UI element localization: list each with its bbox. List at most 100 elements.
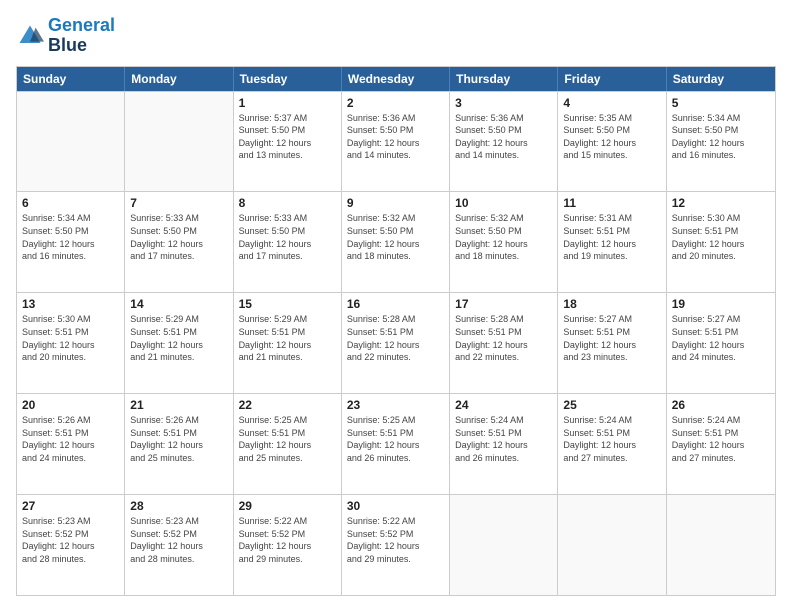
day-info: Sunrise: 5:34 AM Sunset: 5:50 PM Dayligh… <box>672 112 770 162</box>
calendar-row-1: 1 Sunrise: 5:37 AM Sunset: 5:50 PM Daylig… <box>17 91 775 192</box>
day-number: 8 <box>239 196 336 210</box>
header: General Blue <box>16 16 776 56</box>
day-cell-17: 17 Sunrise: 5:28 AM Sunset: 5:51 PM Dayli… <box>450 293 558 393</box>
day-number: 10 <box>455 196 552 210</box>
day-info: Sunrise: 5:35 AM Sunset: 5:50 PM Dayligh… <box>563 112 660 162</box>
day-number: 4 <box>563 96 660 110</box>
day-cell-19: 19Sunrise: 5:27 AM Sunset: 5:51 PM Dayli… <box>667 293 775 393</box>
calendar-row-5: 27 Sunrise: 5:23 AM Sunset: 5:52 PM Dayli… <box>17 494 775 595</box>
day-number: 5 <box>672 96 770 110</box>
day-info: Sunrise: 5:24 AM Sunset: 5:51 PM Dayligh… <box>563 414 660 464</box>
day-cell-8: 8 Sunrise: 5:33 AM Sunset: 5:50 PM Daylig… <box>234 192 342 292</box>
day-number: 28 <box>130 499 227 513</box>
day-info: Sunrise: 5:32 AM Sunset: 5:50 PM Dayligh… <box>347 212 444 262</box>
day-cell-10: 10Sunrise: 5:32 AM Sunset: 5:50 PM Dayli… <box>450 192 558 292</box>
logo-icon <box>16 22 44 50</box>
day-cell-18: 18 Sunrise: 5:27 AM Sunset: 5:51 PM Dayli… <box>558 293 666 393</box>
day-cell-1: 1 Sunrise: 5:37 AM Sunset: 5:50 PM Daylig… <box>234 92 342 192</box>
day-cell-11: 11 Sunrise: 5:31 AM Sunset: 5:51 PM Dayli… <box>558 192 666 292</box>
day-info: Sunrise: 5:22 AM Sunset: 5:52 PM Dayligh… <box>347 515 444 565</box>
day-cell-5: 5 Sunrise: 5:34 AM Sunset: 5:50 PM Daylig… <box>667 92 775 192</box>
header-day-sunday: Sunday <box>17 67 125 91</box>
day-info: Sunrise: 5:25 AM Sunset: 5:51 PM Dayligh… <box>347 414 444 464</box>
day-info: Sunrise: 5:25 AM Sunset: 5:51 PM Dayligh… <box>239 414 336 464</box>
calendar-row-3: 13 Sunrise: 5:30 AM Sunset: 5:51 PM Dayli… <box>17 292 775 393</box>
day-info: Sunrise: 5:23 AM Sunset: 5:52 PM Dayligh… <box>130 515 227 565</box>
header-day-friday: Friday <box>558 67 666 91</box>
day-number: 29 <box>239 499 336 513</box>
day-info: Sunrise: 5:22 AM Sunset: 5:52 PM Dayligh… <box>239 515 336 565</box>
day-info: Sunrise: 5:29 AM Sunset: 5:51 PM Dayligh… <box>130 313 227 363</box>
day-number: 12 <box>672 196 770 210</box>
day-number: 20 <box>22 398 119 412</box>
header-day-monday: Monday <box>125 67 233 91</box>
calendar-row-4: 20 Sunrise: 5:26 AM Sunset: 5:51 PM Dayli… <box>17 393 775 494</box>
day-cell-empty <box>558 495 666 595</box>
day-info: Sunrise: 5:28 AM Sunset: 5:51 PM Dayligh… <box>455 313 552 363</box>
day-cell-12: 12 Sunrise: 5:30 AM Sunset: 5:51 PM Dayli… <box>667 192 775 292</box>
day-number: 19 <box>672 297 770 311</box>
day-number: 6 <box>22 196 119 210</box>
day-number: 7 <box>130 196 227 210</box>
day-cell-28: 28 Sunrise: 5:23 AM Sunset: 5:52 PM Dayli… <box>125 495 233 595</box>
header-day-saturday: Saturday <box>667 67 775 91</box>
day-cell-25: 25Sunrise: 5:24 AM Sunset: 5:51 PM Dayli… <box>558 394 666 494</box>
day-info: Sunrise: 5:30 AM Sunset: 5:51 PM Dayligh… <box>22 313 119 363</box>
day-info: Sunrise: 5:30 AM Sunset: 5:51 PM Dayligh… <box>672 212 770 262</box>
day-info: Sunrise: 5:36 AM Sunset: 5:50 PM Dayligh… <box>347 112 444 162</box>
day-cell-23: 23 Sunrise: 5:25 AM Sunset: 5:51 PM Dayli… <box>342 394 450 494</box>
day-number: 30 <box>347 499 444 513</box>
header-day-wednesday: Wednesday <box>342 67 450 91</box>
day-cell-2: 2 Sunrise: 5:36 AM Sunset: 5:50 PM Daylig… <box>342 92 450 192</box>
day-cell-empty <box>125 92 233 192</box>
calendar-row-2: 6Sunrise: 5:34 AM Sunset: 5:50 PM Daylig… <box>17 191 775 292</box>
day-cell-27: 27 Sunrise: 5:23 AM Sunset: 5:52 PM Dayli… <box>17 495 125 595</box>
day-number: 1 <box>239 96 336 110</box>
calendar-header: SundayMondayTuesdayWednesdayThursdayFrid… <box>17 67 775 91</box>
day-cell-4: 4 Sunrise: 5:35 AM Sunset: 5:50 PM Daylig… <box>558 92 666 192</box>
day-number: 26 <box>672 398 770 412</box>
calendar: SundayMondayTuesdayWednesdayThursdayFrid… <box>16 66 776 596</box>
day-info: Sunrise: 5:24 AM Sunset: 5:51 PM Dayligh… <box>672 414 770 464</box>
logo: General Blue <box>16 16 115 56</box>
day-info: Sunrise: 5:36 AM Sunset: 5:50 PM Dayligh… <box>455 112 552 162</box>
day-cell-29: 29 Sunrise: 5:22 AM Sunset: 5:52 PM Dayli… <box>234 495 342 595</box>
day-cell-6: 6Sunrise: 5:34 AM Sunset: 5:50 PM Daylig… <box>17 192 125 292</box>
day-number: 13 <box>22 297 119 311</box>
day-cell-15: 15 Sunrise: 5:29 AM Sunset: 5:51 PM Dayli… <box>234 293 342 393</box>
day-info: Sunrise: 5:26 AM Sunset: 5:51 PM Dayligh… <box>22 414 119 464</box>
day-info: Sunrise: 5:33 AM Sunset: 5:50 PM Dayligh… <box>130 212 227 262</box>
day-cell-empty <box>17 92 125 192</box>
day-number: 15 <box>239 297 336 311</box>
day-info: Sunrise: 5:24 AM Sunset: 5:51 PM Dayligh… <box>455 414 552 464</box>
day-cell-16: 16 Sunrise: 5:28 AM Sunset: 5:51 PM Dayli… <box>342 293 450 393</box>
logo-text: General Blue <box>48 16 115 56</box>
day-cell-7: 7 Sunrise: 5:33 AM Sunset: 5:50 PM Daylig… <box>125 192 233 292</box>
day-number: 14 <box>130 297 227 311</box>
day-info: Sunrise: 5:29 AM Sunset: 5:51 PM Dayligh… <box>239 313 336 363</box>
day-cell-24: 24Sunrise: 5:24 AM Sunset: 5:51 PM Dayli… <box>450 394 558 494</box>
day-info: Sunrise: 5:26 AM Sunset: 5:51 PM Dayligh… <box>130 414 227 464</box>
day-cell-13: 13 Sunrise: 5:30 AM Sunset: 5:51 PM Dayli… <box>17 293 125 393</box>
day-number: 3 <box>455 96 552 110</box>
day-number: 22 <box>239 398 336 412</box>
day-number: 27 <box>22 499 119 513</box>
day-cell-30: 30 Sunrise: 5:22 AM Sunset: 5:52 PM Dayli… <box>342 495 450 595</box>
day-cell-9: 9Sunrise: 5:32 AM Sunset: 5:50 PM Daylig… <box>342 192 450 292</box>
day-info: Sunrise: 5:28 AM Sunset: 5:51 PM Dayligh… <box>347 313 444 363</box>
day-info: Sunrise: 5:23 AM Sunset: 5:52 PM Dayligh… <box>22 515 119 565</box>
day-number: 18 <box>563 297 660 311</box>
day-info: Sunrise: 5:31 AM Sunset: 5:51 PM Dayligh… <box>563 212 660 262</box>
day-cell-empty <box>450 495 558 595</box>
day-number: 23 <box>347 398 444 412</box>
calendar-body: 1 Sunrise: 5:37 AM Sunset: 5:50 PM Daylig… <box>17 91 775 595</box>
day-number: 11 <box>563 196 660 210</box>
day-cell-3: 3 Sunrise: 5:36 AM Sunset: 5:50 PM Daylig… <box>450 92 558 192</box>
day-info: Sunrise: 5:27 AM Sunset: 5:51 PM Dayligh… <box>563 313 660 363</box>
day-number: 17 <box>455 297 552 311</box>
day-number: 16 <box>347 297 444 311</box>
day-number: 2 <box>347 96 444 110</box>
day-number: 21 <box>130 398 227 412</box>
day-info: Sunrise: 5:33 AM Sunset: 5:50 PM Dayligh… <box>239 212 336 262</box>
day-info: Sunrise: 5:37 AM Sunset: 5:50 PM Dayligh… <box>239 112 336 162</box>
